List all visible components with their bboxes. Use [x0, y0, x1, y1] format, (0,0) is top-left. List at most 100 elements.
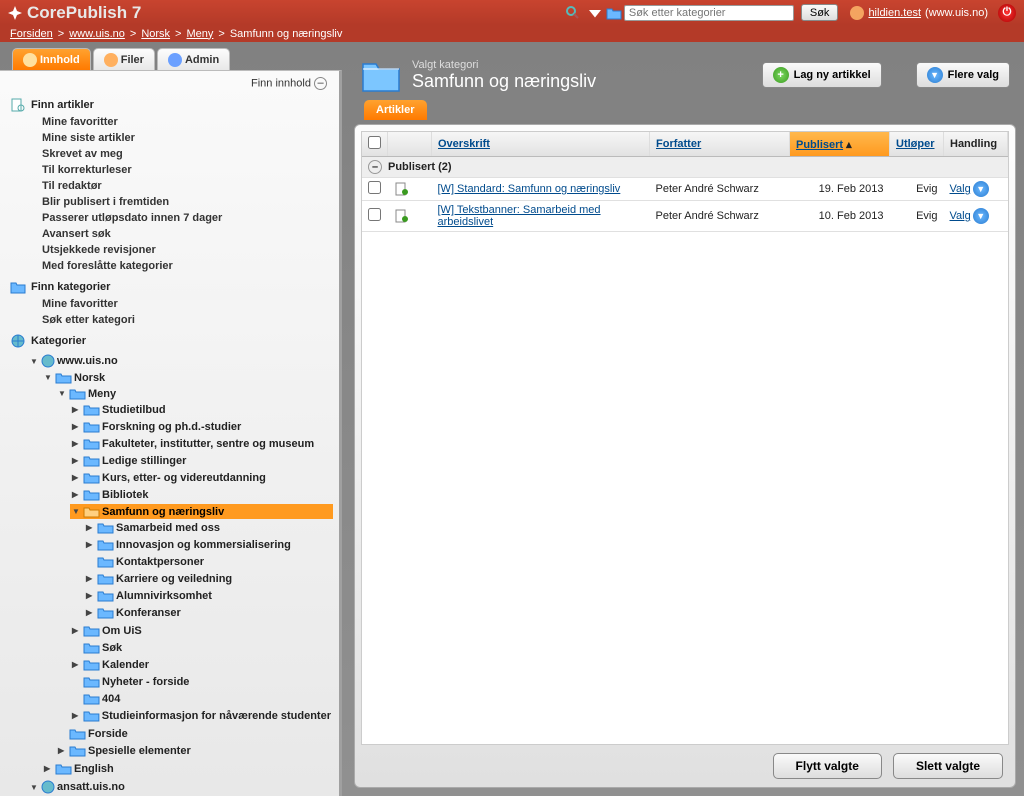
row-action-dropdown[interactable]: ▼ [973, 208, 989, 224]
plus-icon: + [773, 67, 789, 83]
breadcrumb-item[interactable]: Norsk [141, 28, 170, 40]
tree-node[interactable]: ▶Spesielle elementer [56, 743, 333, 758]
tree-node-root[interactable]: ▼ansatt.uis.no [28, 779, 333, 795]
folder-icon [83, 403, 100, 416]
tree-node[interactable]: ▶Bibliotek [70, 487, 333, 502]
list-item[interactable]: Mine siste artikler [42, 130, 333, 146]
col-handling: Handling [950, 138, 997, 150]
more-options-button[interactable]: ▼Flere valg [916, 62, 1010, 88]
breadcrumb-item[interactable]: Forsiden [10, 28, 53, 40]
tree-node[interactable]: ▶Ledige stillinger [70, 453, 333, 468]
article-link[interactable]: [W] Tekstbanner: Samarbeid med arbeidsli… [438, 204, 601, 228]
tree-node[interactable]: ▶English [42, 761, 333, 776]
col-publisert[interactable]: Publisert [796, 139, 843, 151]
cell-published: 19. Feb 2013 [790, 178, 890, 201]
row-action-link[interactable]: Valg [950, 183, 971, 195]
new-article-button[interactable]: +Lag ny artikkel [762, 62, 882, 88]
folder-icon [83, 692, 100, 705]
row-action-dropdown[interactable]: ▼ [973, 181, 989, 197]
table-row: [W] Tekstbanner: Samarbeid med arbeidsli… [362, 201, 1008, 232]
user-name[interactable]: hildien.test [868, 7, 921, 19]
tree-node[interactable]: Forside [56, 726, 333, 741]
list-item[interactable]: Avansert søk [42, 226, 333, 242]
tree-node[interactable]: Søk [70, 640, 333, 655]
list-item[interactable]: Til korrekturleser [42, 162, 333, 178]
tree-node[interactable]: Kontaktpersoner [84, 554, 333, 569]
document-search-icon [10, 98, 26, 112]
search-dropdown-icon[interactable] [586, 5, 604, 21]
row-checkbox[interactable] [368, 181, 381, 194]
tree-node-root[interactable]: ▼www.uis.no [28, 353, 333, 369]
tree-node-selected[interactable]: ▼Samfunn og næringsliv [70, 504, 333, 519]
tree-node[interactable]: ▶Alumnivirksomhet [84, 588, 333, 603]
folder-icon [69, 727, 86, 740]
move-selected-button[interactable]: Flytt valgte [773, 753, 882, 779]
right-panel: Valgt kategori Samfunn og næringsliv +La… [342, 42, 1024, 796]
user-indicator[interactable]: hildien.test (www.uis.no) [850, 6, 988, 20]
list-item[interactable]: Til redaktør [42, 178, 333, 194]
list-item[interactable]: Utsjekkede revisjoner [42, 242, 333, 258]
find-content-toggle[interactable]: Finn innhold – [6, 75, 333, 92]
list-item[interactable]: Mine favoritter [42, 114, 333, 130]
top-search-button[interactable]: Søk [801, 4, 839, 21]
breadcrumb-item[interactable]: Meny [186, 28, 213, 40]
cell-author: Peter André Schwarz [650, 201, 790, 232]
tree-node[interactable]: ▶Kalender [70, 657, 333, 672]
tree-node[interactable]: ▶Konferanser [84, 605, 333, 620]
tree-node[interactable]: 404 [70, 691, 333, 706]
collapse-icon[interactable]: – [368, 160, 382, 174]
search-icon[interactable] [562, 5, 584, 21]
row-checkbox[interactable] [368, 208, 381, 221]
select-all-checkbox[interactable] [368, 136, 381, 149]
list-item[interactable]: Skrevet av meg [42, 146, 333, 162]
left-tab-row: Innhold Filer Admin [0, 42, 342, 70]
tab-filer[interactable]: Filer [93, 48, 155, 70]
logout-button[interactable]: ⏻ [998, 4, 1016, 22]
tree-node[interactable]: Nyheter - forside [70, 674, 333, 689]
article-link[interactable]: [W] Standard: Samfunn og næringsliv [438, 183, 621, 195]
tree-node[interactable]: ▶Karriere og veiledning [84, 571, 333, 586]
list-item[interactable]: Søk etter kategori [42, 312, 333, 328]
tree-node[interactable]: ▶Om UiS [70, 623, 333, 638]
tab-artikler[interactable]: Artikler [364, 100, 427, 120]
tree-node[interactable]: ▶Fakulteter, institutter, sentre og muse… [70, 436, 333, 451]
col-forfatter[interactable]: Forfatter [656, 138, 701, 150]
col-overskrift[interactable]: Overskrift [438, 138, 490, 150]
section-categories[interactable]: Kategorier [6, 328, 333, 350]
list-item[interactable]: Blir publisert i fremtiden [42, 194, 333, 210]
tree-node[interactable]: ▼Norsk [42, 370, 333, 385]
tab-innhold[interactable]: Innhold [12, 48, 91, 70]
user-avatar-icon [850, 6, 864, 20]
section-find-categories[interactable]: Finn kategorier [6, 274, 333, 296]
admin-icon [168, 53, 182, 67]
folder-icon [83, 658, 100, 671]
cell-expires: Evig [890, 178, 944, 201]
folder-icon [97, 606, 114, 619]
globe-icon [10, 334, 26, 348]
tree-node[interactable]: ▶Forskning og ph.d.-studier [70, 419, 333, 434]
delete-selected-button[interactable]: Slett valgte [893, 753, 1003, 779]
grid-footer: Flytt valgte Slett valgte [361, 745, 1009, 781]
list-item[interactable]: Mine favoritter [42, 296, 333, 312]
folder-search-icon [10, 280, 26, 294]
tree-node[interactable]: ▶Kurs, etter- og videreutdanning [70, 470, 333, 485]
top-search-input[interactable] [624, 5, 794, 21]
list-item[interactable]: Med foreslåtte kategorier [42, 258, 333, 274]
col-utloper[interactable]: Utløper [896, 138, 935, 150]
tree-node[interactable]: ▶Samarbeid med oss [84, 520, 333, 535]
row-action-link[interactable]: Valg [950, 210, 971, 222]
group-row[interactable]: –Publisert (2) [362, 157, 1008, 178]
tree-node[interactable]: ▶Studieinformasjon for nåværende student… [70, 708, 333, 723]
article-grid: Overskrift Forfatter Publisert ▴ Utløper… [361, 131, 1009, 745]
tab-admin[interactable]: Admin [157, 48, 230, 70]
category-tree: ▼www.uis.no ▼Norsk ▼Meny ▶Studietilbud ▶… [6, 352, 333, 796]
folder-icon [97, 538, 114, 551]
folder-icon [83, 420, 100, 433]
tree-node[interactable]: ▶Studietilbud [70, 402, 333, 417]
tree-node[interactable]: ▶Innovasjon og kommersialisering [84, 537, 333, 552]
breadcrumb-item[interactable]: www.uis.no [69, 28, 125, 40]
tree-node[interactable]: ▼Meny [56, 386, 333, 401]
section-find-articles[interactable]: Finn artikler [6, 92, 333, 114]
article-icon [394, 209, 410, 223]
list-item[interactable]: Passerer utløpsdato innen 7 dager [42, 210, 333, 226]
